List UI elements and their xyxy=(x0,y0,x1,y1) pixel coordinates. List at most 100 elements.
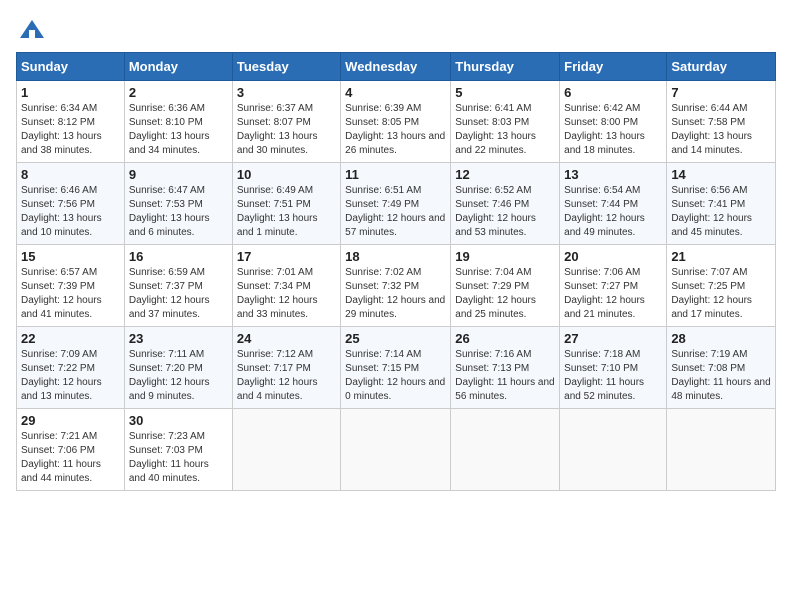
calendar-cell: 3 Sunrise: 6:37 AM Sunset: 8:07 PM Dayli… xyxy=(232,81,340,163)
calendar-week-4: 29 Sunrise: 7:21 AM Sunset: 7:06 PM Dayl… xyxy=(17,409,776,491)
daylight-hours: Daylight: 12 hours and 53 minutes. xyxy=(455,213,536,238)
day-number: 24 xyxy=(237,331,336,346)
day-info: Sunrise: 7:14 AM Sunset: 7:15 PM Dayligh… xyxy=(345,348,446,404)
calendar-cell: 17 Sunrise: 7:01 AM Sunset: 7:34 PM Dayl… xyxy=(232,245,340,327)
daylight-hours: Daylight: 13 hours and 38 minutes. xyxy=(21,131,102,156)
logo xyxy=(16,16,46,44)
sunset-time: Sunset: 7:17 PM xyxy=(237,363,311,374)
day-number: 29 xyxy=(21,413,120,428)
daylight-hours: Daylight: 12 hours and 29 minutes. xyxy=(345,295,445,320)
day-number: 28 xyxy=(671,331,771,346)
calendar-header-row: SundayMondayTuesdayWednesdayThursdayFrid… xyxy=(17,53,776,81)
daylight-hours: Daylight: 12 hours and 17 minutes. xyxy=(671,295,752,320)
logo-icon xyxy=(18,16,46,44)
sunrise-time: Sunrise: 6:59 AM xyxy=(129,267,205,278)
calendar-week-0: 1 Sunrise: 6:34 AM Sunset: 8:12 PM Dayli… xyxy=(17,81,776,163)
day-info: Sunrise: 6:39 AM Sunset: 8:05 PM Dayligh… xyxy=(345,102,446,158)
day-number: 21 xyxy=(671,249,771,264)
day-info: Sunrise: 6:51 AM Sunset: 7:49 PM Dayligh… xyxy=(345,184,446,240)
daylight-hours: Daylight: 13 hours and 26 minutes. xyxy=(345,131,445,156)
day-info: Sunrise: 6:57 AM Sunset: 7:39 PM Dayligh… xyxy=(21,266,120,322)
calendar-cell: 20 Sunrise: 7:06 AM Sunset: 7:27 PM Dayl… xyxy=(560,245,667,327)
day-info: Sunrise: 7:01 AM Sunset: 7:34 PM Dayligh… xyxy=(237,266,336,322)
day-info: Sunrise: 7:18 AM Sunset: 7:10 PM Dayligh… xyxy=(564,348,662,404)
day-info: Sunrise: 6:44 AM Sunset: 7:58 PM Dayligh… xyxy=(671,102,771,158)
day-number: 9 xyxy=(129,167,228,182)
calendar-body: 1 Sunrise: 6:34 AM Sunset: 8:12 PM Dayli… xyxy=(17,81,776,491)
daylight-hours: Daylight: 12 hours and 9 minutes. xyxy=(129,377,210,402)
day-number: 18 xyxy=(345,249,446,264)
sunset-time: Sunset: 8:00 PM xyxy=(564,117,638,128)
sunset-time: Sunset: 7:58 PM xyxy=(671,117,745,128)
sunset-time: Sunset: 7:08 PM xyxy=(671,363,745,374)
daylight-hours: Daylight: 12 hours and 13 minutes. xyxy=(21,377,102,402)
calendar-cell: 7 Sunrise: 6:44 AM Sunset: 7:58 PM Dayli… xyxy=(667,81,776,163)
calendar-table: SundayMondayTuesdayWednesdayThursdayFrid… xyxy=(16,52,776,491)
sunrise-time: Sunrise: 6:39 AM xyxy=(345,103,421,114)
day-info: Sunrise: 6:59 AM Sunset: 7:37 PM Dayligh… xyxy=(129,266,228,322)
day-number: 6 xyxy=(564,85,662,100)
column-header-monday: Monday xyxy=(124,53,232,81)
daylight-hours: Daylight: 13 hours and 10 minutes. xyxy=(21,213,102,238)
sunset-time: Sunset: 8:12 PM xyxy=(21,117,95,128)
column-header-saturday: Saturday xyxy=(667,53,776,81)
column-header-tuesday: Tuesday xyxy=(232,53,340,81)
calendar-cell: 27 Sunrise: 7:18 AM Sunset: 7:10 PM Dayl… xyxy=(560,327,667,409)
calendar-cell: 30 Sunrise: 7:23 AM Sunset: 7:03 PM Dayl… xyxy=(124,409,232,491)
sunrise-time: Sunrise: 7:14 AM xyxy=(345,349,421,360)
day-info: Sunrise: 6:37 AM Sunset: 8:07 PM Dayligh… xyxy=(237,102,336,158)
daylight-hours: Daylight: 11 hours and 56 minutes. xyxy=(455,377,554,402)
calendar-cell: 26 Sunrise: 7:16 AM Sunset: 7:13 PM Dayl… xyxy=(451,327,560,409)
sunset-time: Sunset: 7:10 PM xyxy=(564,363,638,374)
day-info: Sunrise: 7:07 AM Sunset: 7:25 PM Dayligh… xyxy=(671,266,771,322)
sunrise-time: Sunrise: 6:47 AM xyxy=(129,185,205,196)
day-number: 30 xyxy=(129,413,228,428)
day-info: Sunrise: 7:09 AM Sunset: 7:22 PM Dayligh… xyxy=(21,348,120,404)
sunrise-time: Sunrise: 6:46 AM xyxy=(21,185,97,196)
sunset-time: Sunset: 7:03 PM xyxy=(129,445,203,456)
day-number: 15 xyxy=(21,249,120,264)
daylight-hours: Daylight: 13 hours and 30 minutes. xyxy=(237,131,318,156)
day-number: 5 xyxy=(455,85,555,100)
sunrise-time: Sunrise: 6:42 AM xyxy=(564,103,640,114)
sunrise-time: Sunrise: 6:56 AM xyxy=(671,185,747,196)
sunset-time: Sunset: 8:07 PM xyxy=(237,117,311,128)
sunset-time: Sunset: 7:39 PM xyxy=(21,281,95,292)
calendar-cell: 16 Sunrise: 6:59 AM Sunset: 7:37 PM Dayl… xyxy=(124,245,232,327)
day-info: Sunrise: 7:21 AM Sunset: 7:06 PM Dayligh… xyxy=(21,430,120,486)
calendar-cell: 11 Sunrise: 6:51 AM Sunset: 7:49 PM Dayl… xyxy=(341,163,451,245)
day-info: Sunrise: 6:36 AM Sunset: 8:10 PM Dayligh… xyxy=(129,102,228,158)
calendar-cell xyxy=(232,409,340,491)
daylight-hours: Daylight: 13 hours and 6 minutes. xyxy=(129,213,210,238)
sunset-time: Sunset: 7:56 PM xyxy=(21,199,95,210)
day-number: 7 xyxy=(671,85,771,100)
sunset-time: Sunset: 7:53 PM xyxy=(129,199,203,210)
daylight-hours: Daylight: 11 hours and 44 minutes. xyxy=(21,459,101,484)
day-number: 1 xyxy=(21,85,120,100)
day-number: 8 xyxy=(21,167,120,182)
day-info: Sunrise: 6:54 AM Sunset: 7:44 PM Dayligh… xyxy=(564,184,662,240)
calendar-week-3: 22 Sunrise: 7:09 AM Sunset: 7:22 PM Dayl… xyxy=(17,327,776,409)
sunset-time: Sunset: 7:20 PM xyxy=(129,363,203,374)
daylight-hours: Daylight: 12 hours and 4 minutes. xyxy=(237,377,318,402)
sunrise-time: Sunrise: 7:18 AM xyxy=(564,349,640,360)
daylight-hours: Daylight: 12 hours and 0 minutes. xyxy=(345,377,445,402)
day-info: Sunrise: 6:41 AM Sunset: 8:03 PM Dayligh… xyxy=(455,102,555,158)
sunrise-time: Sunrise: 7:02 AM xyxy=(345,267,421,278)
day-info: Sunrise: 7:12 AM Sunset: 7:17 PM Dayligh… xyxy=(237,348,336,404)
day-info: Sunrise: 6:56 AM Sunset: 7:41 PM Dayligh… xyxy=(671,184,771,240)
daylight-hours: Daylight: 11 hours and 40 minutes. xyxy=(129,459,209,484)
sunset-time: Sunset: 8:05 PM xyxy=(345,117,419,128)
daylight-hours: Daylight: 12 hours and 33 minutes. xyxy=(237,295,318,320)
sunset-time: Sunset: 7:15 PM xyxy=(345,363,419,374)
daylight-hours: Daylight: 13 hours and 22 minutes. xyxy=(455,131,536,156)
sunset-time: Sunset: 7:13 PM xyxy=(455,363,529,374)
day-info: Sunrise: 6:52 AM Sunset: 7:46 PM Dayligh… xyxy=(455,184,555,240)
sunrise-time: Sunrise: 7:09 AM xyxy=(21,349,97,360)
daylight-hours: Daylight: 12 hours and 21 minutes. xyxy=(564,295,645,320)
calendar-cell: 15 Sunrise: 6:57 AM Sunset: 7:39 PM Dayl… xyxy=(17,245,125,327)
column-header-sunday: Sunday xyxy=(17,53,125,81)
calendar-cell: 8 Sunrise: 6:46 AM Sunset: 7:56 PM Dayli… xyxy=(17,163,125,245)
day-number: 19 xyxy=(455,249,555,264)
day-info: Sunrise: 6:46 AM Sunset: 7:56 PM Dayligh… xyxy=(21,184,120,240)
